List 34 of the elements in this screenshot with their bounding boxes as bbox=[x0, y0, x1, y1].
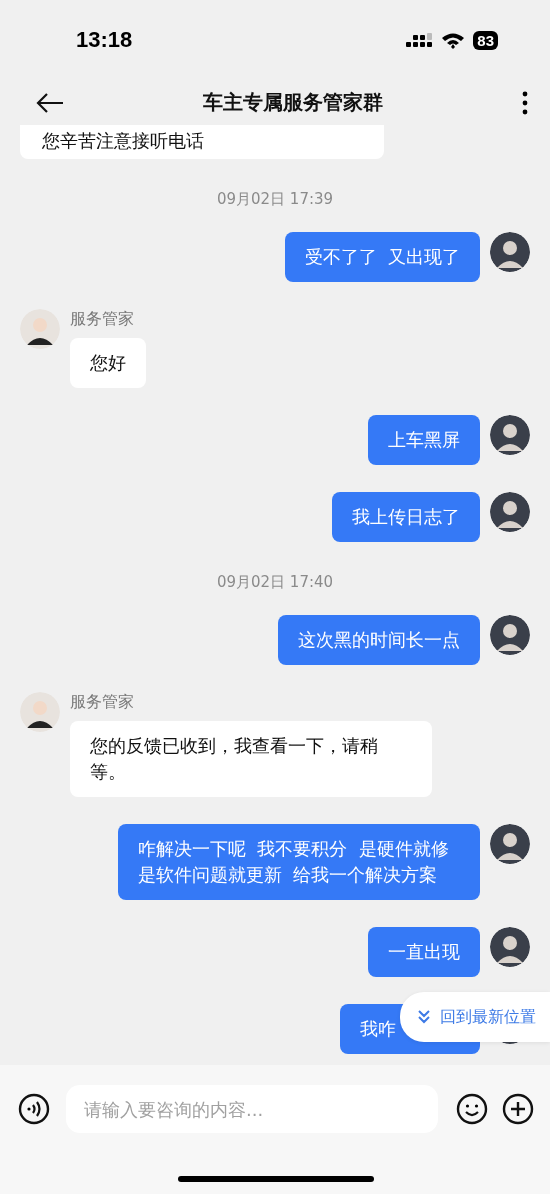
message-bubble: 我上传日志了 bbox=[332, 492, 480, 542]
avatar-icon bbox=[490, 927, 530, 967]
more-icon[interactable] bbox=[522, 90, 528, 115]
sender-name: 服务管家 bbox=[70, 692, 134, 713]
message-bubble: 受不了了 又出现了 bbox=[284, 232, 480, 282]
avatar-icon bbox=[490, 232, 530, 272]
double-chevron-down-icon bbox=[418, 1010, 430, 1024]
battery-indicator: 83 bbox=[473, 30, 498, 50]
wifi-icon bbox=[441, 31, 466, 49]
jump-to-latest-button[interactable]: 回到最新位置 bbox=[400, 992, 550, 1042]
message-bubble: 您好 bbox=[70, 338, 146, 388]
avatar-icon bbox=[490, 492, 530, 532]
message-bubble: 您辛苦注意接听电话 bbox=[20, 125, 384, 159]
timestamp: 09月02日 17:39 bbox=[215, 190, 335, 209]
message-bubble: 这次黑的时间长一点 bbox=[278, 615, 480, 665]
avatar-icon bbox=[490, 415, 530, 455]
avatar-icon bbox=[20, 692, 60, 732]
message-input-field[interactable]: 请输入要咨询的内容... bbox=[66, 1085, 438, 1133]
avatar-icon bbox=[20, 309, 60, 349]
message-bubble: 一直出现 bbox=[368, 927, 480, 977]
back-arrow-icon[interactable] bbox=[36, 92, 64, 113]
chat-title: 车主专属服务管家群 bbox=[202, 89, 384, 116]
message-bubble: 上车黑屏 bbox=[368, 415, 480, 465]
signal-icon bbox=[406, 32, 434, 48]
emoji-icon[interactable] bbox=[456, 1093, 488, 1125]
avatar-icon bbox=[490, 824, 530, 864]
add-icon[interactable] bbox=[502, 1093, 534, 1125]
voice-icon[interactable] bbox=[18, 1093, 50, 1125]
message-bubble: 您的反馈已收到，我查看一下，请稍等。 bbox=[70, 721, 432, 797]
status-time: 13:18 bbox=[76, 27, 134, 53]
avatar-icon bbox=[490, 615, 530, 655]
sender-name: 服务管家 bbox=[70, 309, 134, 330]
message-bubble: 咋解决一下呢 我不要积分 是硬件就修是软件问题就更新 给我一个解决方案 bbox=[118, 824, 480, 900]
timestamp: 09月02日 17:40 bbox=[215, 573, 335, 592]
